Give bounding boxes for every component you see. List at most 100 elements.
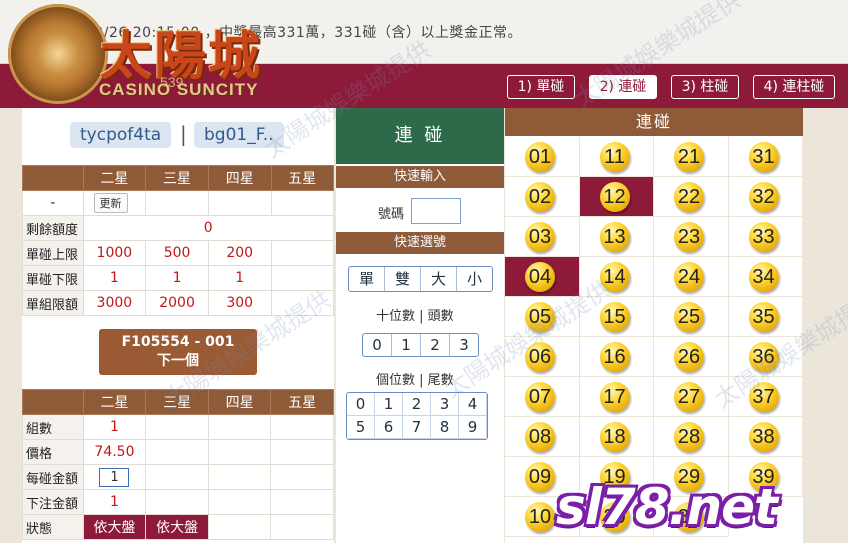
ball-cell[interactable]: 28	[654, 417, 729, 457]
ball-cell[interactable]: 15	[579, 297, 654, 337]
tens-digit-button[interactable]: 2	[421, 334, 450, 356]
lotto-ball[interactable]: 34	[748, 262, 779, 292]
ball-cell[interactable]: 04	[505, 257, 580, 297]
ball-cell[interactable]: 06	[505, 337, 580, 377]
lotto-ball[interactable]: 36	[748, 342, 779, 372]
amount-per-bet-input[interactable]: 1	[99, 467, 130, 487]
ball-cell[interactable]: 31	[728, 137, 803, 177]
mode-linked-button[interactable]: 2) 連碰	[589, 75, 657, 99]
ball-cell[interactable]: 01	[505, 137, 580, 177]
lotto-ball[interactable]: 33	[748, 222, 779, 252]
lotto-ball[interactable]: 06	[525, 342, 555, 372]
ball-cell[interactable]: 26	[654, 337, 729, 377]
lotto-ball[interactable]: 16	[599, 342, 630, 372]
odd-button[interactable]: 單	[349, 267, 385, 291]
tens-digit-button[interactable]: 0	[363, 334, 392, 356]
lotto-ball[interactable]: 26	[674, 342, 704, 372]
ball-cell[interactable]: 14	[579, 257, 654, 297]
lotto-ball[interactable]: 38	[748, 422, 779, 452]
sub-account-name[interactable]: bg01_F..	[194, 122, 284, 148]
lotto-ball[interactable]: 27	[674, 382, 704, 412]
lotto-ball[interactable]: 31	[748, 142, 779, 172]
lotto-ball[interactable]: 22	[674, 182, 704, 212]
ball-cell[interactable]: 23	[654, 217, 729, 257]
quick-select-header: 快速選號	[336, 232, 504, 254]
ball-cell[interactable]: 24	[654, 257, 729, 297]
ball-cell[interactable]: 32	[728, 177, 803, 217]
update-button[interactable]: 更新	[93, 193, 128, 213]
units-digit-button[interactable]: 8	[431, 416, 459, 439]
parity-button-group: 單 雙 大 小	[348, 266, 493, 292]
ball-cell[interactable]: 16	[579, 337, 654, 377]
units-digit-button[interactable]: 3	[431, 393, 459, 416]
lotto-ball[interactable]: 13	[599, 222, 630, 252]
units-digit-button[interactable]: 2	[403, 393, 431, 416]
table-row: 單碰下限 1 1 1	[22, 265, 334, 291]
ball-cell[interactable]: 35	[728, 297, 803, 337]
ball-cell[interactable]: 11	[579, 137, 654, 177]
mode-single-button[interactable]: 1) 單碰	[507, 75, 575, 99]
mode-column-button[interactable]: 3) 柱碰	[671, 75, 739, 99]
lotto-ball[interactable]: 05	[525, 302, 555, 332]
lotto-ball[interactable]: 08	[525, 422, 555, 452]
number-input[interactable]	[411, 198, 461, 224]
lotto-ball[interactable]: 35	[748, 302, 779, 332]
units-digit-button[interactable]: 7	[403, 416, 431, 439]
lotto-ball[interactable]: 01	[525, 142, 555, 172]
units-digit-button[interactable]: 4	[459, 393, 487, 416]
lotto-ball[interactable]: 03	[525, 222, 555, 252]
ball-cell[interactable]: 05	[505, 297, 580, 337]
ball-cell[interactable]: 34	[728, 257, 803, 297]
even-button[interactable]: 雙	[385, 267, 421, 291]
row-label: 單組限額	[22, 290, 84, 316]
lotto-ball[interactable]: 21	[674, 142, 704, 172]
mode-linked-column-button[interactable]: 4) 連柱碰	[753, 75, 835, 99]
small-button[interactable]: 小	[457, 267, 492, 291]
tens-digit-button[interactable]: 1	[392, 334, 421, 356]
ball-cell[interactable]: 13	[579, 217, 654, 257]
ball-cell[interactable]: 02	[505, 177, 580, 217]
ball-cell[interactable]: 17	[579, 377, 654, 417]
ball-cell[interactable]: 12	[579, 177, 654, 217]
units-digit-button[interactable]: 1	[375, 393, 403, 416]
lotto-ball[interactable]: 14	[599, 262, 630, 292]
next-order-button[interactable]: F105554 - 001 下一個	[99, 329, 257, 375]
lotto-ball[interactable]: 37	[748, 382, 779, 412]
lotto-ball[interactable]: 11	[599, 142, 630, 172]
units-digit-button[interactable]: 6	[375, 416, 403, 439]
lotto-ball[interactable]: 04	[525, 262, 555, 292]
lotto-ball[interactable]: 15	[599, 302, 630, 332]
big-button[interactable]: 大	[421, 267, 457, 291]
lotto-ball[interactable]: 12	[599, 182, 630, 212]
ball-cell[interactable]: 03	[505, 217, 580, 257]
lotto-ball[interactable]: 25	[674, 302, 704, 332]
lotto-ball[interactable]: 02	[525, 182, 555, 212]
table-cell: 1	[82, 489, 147, 515]
units-digit-button[interactable]: 5	[347, 416, 375, 439]
lotto-ball[interactable]: 28	[674, 422, 704, 452]
lotto-ball[interactable]: 09	[525, 462, 555, 492]
ball-cell[interactable]: 33	[728, 217, 803, 257]
lotto-ball[interactable]: 23	[674, 222, 704, 252]
ball-cell[interactable]: 36	[728, 337, 803, 377]
ball-cell[interactable]: 22	[654, 177, 729, 217]
units-digit-button[interactable]: 0	[347, 393, 375, 416]
ball-cell[interactable]: 08	[505, 417, 580, 457]
ball-cell[interactable]: 18	[579, 417, 654, 457]
ball-cell[interactable]: 27	[654, 377, 729, 417]
units-digit-button[interactable]: 9	[459, 416, 487, 439]
ball-cell[interactable]: 37	[728, 377, 803, 417]
lotto-ball[interactable]: 10	[525, 502, 555, 532]
ball-cell[interactable]: 25	[654, 297, 729, 337]
account-name[interactable]: tycpof4ta	[70, 122, 172, 148]
lotto-ball[interactable]: 32	[748, 182, 779, 212]
ball-cell[interactable]: 21	[654, 137, 729, 177]
lotto-ball[interactable]: 24	[674, 262, 704, 292]
lotto-ball[interactable]: 17	[599, 382, 630, 412]
ball-cell[interactable]: 38	[728, 417, 803, 457]
tens-digit-button[interactable]: 3	[450, 334, 478, 356]
ball-cell[interactable]: 07	[505, 377, 580, 417]
row-label: 狀態	[22, 514, 84, 540]
lotto-ball[interactable]: 07	[525, 382, 555, 412]
lotto-ball[interactable]: 18	[599, 422, 630, 452]
